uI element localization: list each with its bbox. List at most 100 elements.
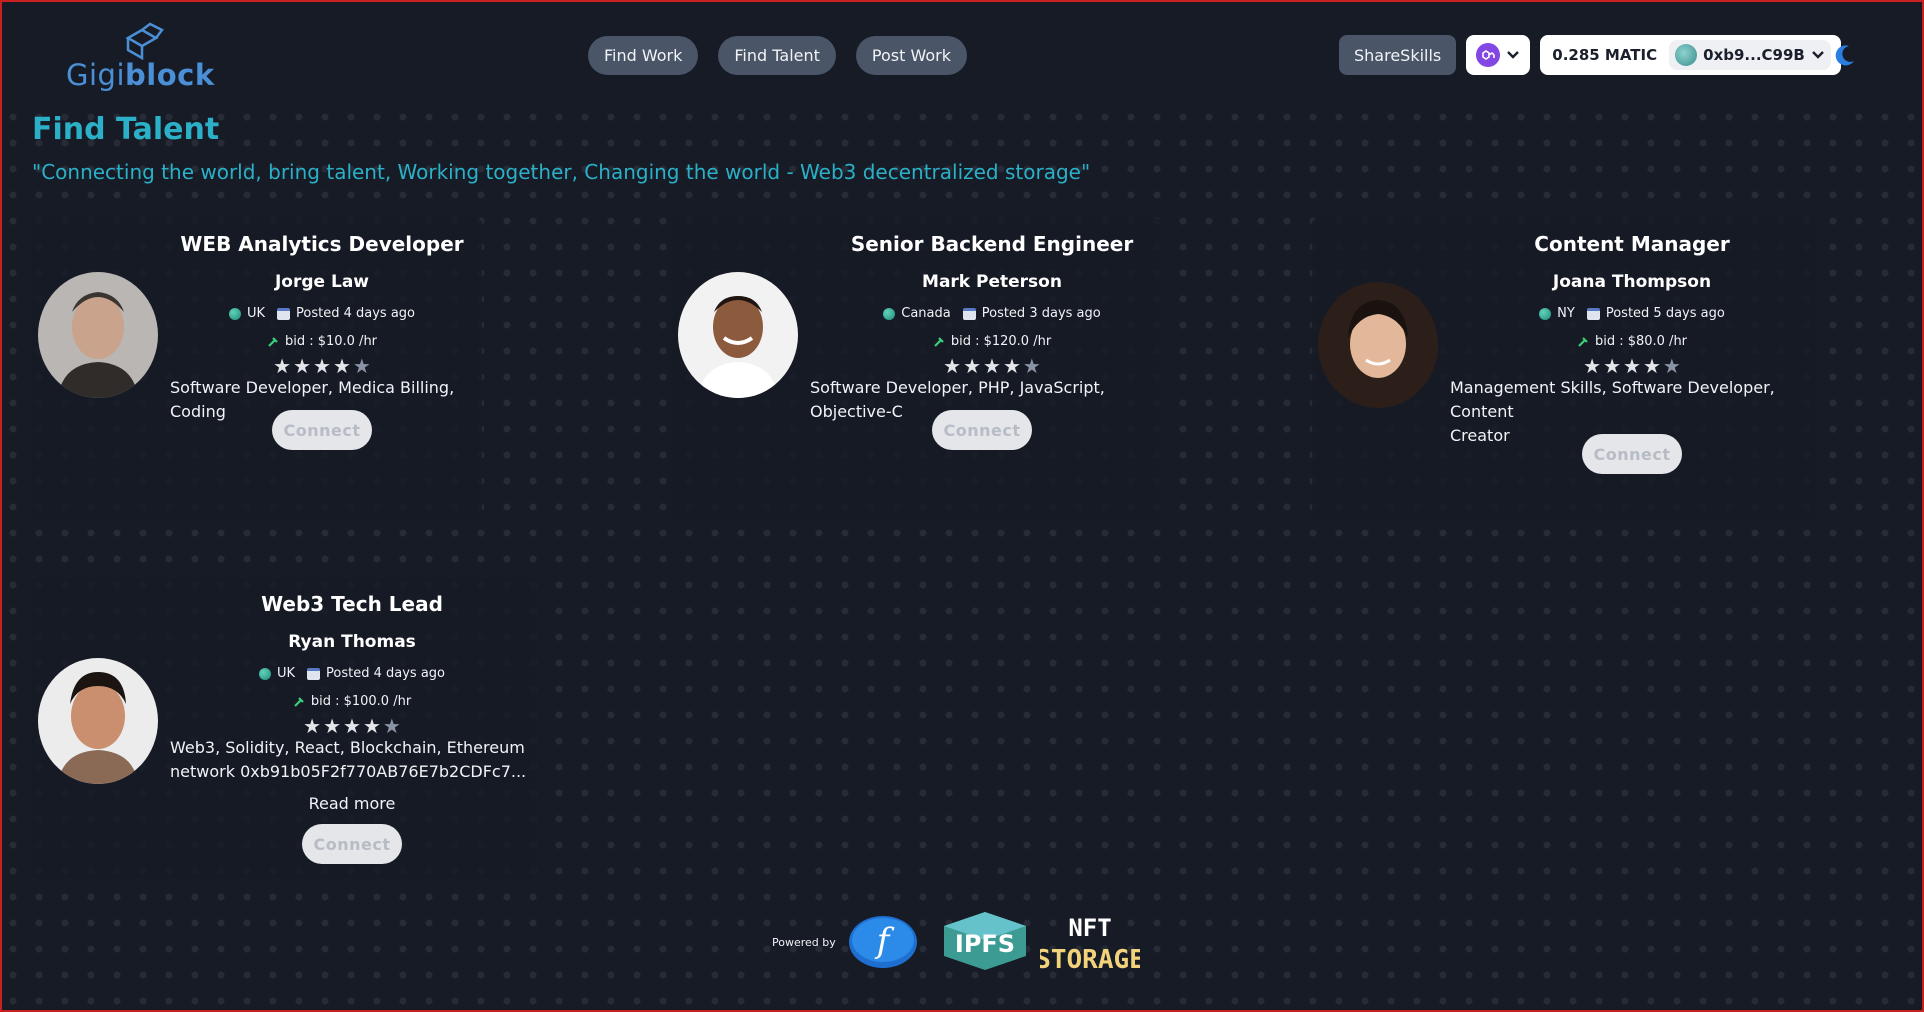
bid-text: bid : $80.0 /hr — [1594, 334, 1688, 349]
page-tagline: "Connecting the world, bring talent, Wor… — [32, 160, 1091, 184]
location-posted-row: UK Posted 4 days ago — [32, 306, 612, 321]
star-filled-icon: ★ — [313, 354, 331, 378]
read-more-link[interactable]: Read more — [32, 794, 672, 813]
star-filled-icon: ★ — [1603, 354, 1622, 378]
chevron-down-icon — [1507, 51, 1520, 59]
rating-stars: ★ ★ ★ ★ ★ — [672, 354, 1312, 378]
bid-text: bid : $100.0 /hr — [310, 694, 412, 709]
globe-icon — [258, 667, 271, 680]
find-talent-button[interactable]: Find Talent — [718, 36, 836, 75]
shareskills-button[interactable]: ShareSkills — [1339, 35, 1457, 75]
moon-icon[interactable] — [1832, 42, 1858, 68]
posted-text: Posted 5 days ago — [1605, 306, 1725, 321]
logo-wordmark: Gigiblock — [66, 58, 215, 92]
star-empty-icon: ★ — [382, 714, 401, 738]
talent-card: Senior Backend Engineer Mark Peterson Ca… — [672, 218, 1162, 518]
talent-card: Web3 Tech Lead Ryan Thomas UK Posted 4 d… — [32, 578, 536, 878]
job-title: Senior Backend Engineer — [850, 232, 1134, 256]
talent-card: WEB Analytics Developer Jorge Law UK Pos… — [32, 218, 482, 518]
star-filled-icon: ★ — [362, 714, 381, 738]
globe-icon — [883, 307, 896, 320]
location-posted-row: NY Posted 5 days ago — [1312, 306, 1924, 321]
star-filled-icon: ★ — [273, 354, 292, 378]
cube-logo-icon — [125, 22, 164, 60]
find-work-button[interactable]: Find Work — [588, 36, 699, 75]
location-posted-row: UK Posted 4 days ago — [32, 666, 672, 681]
bid-row: bid : $80.0 /hr — [1312, 334, 1924, 349]
talent-name: Ryan Thomas — [288, 632, 416, 652]
star-filled-icon: ★ — [1642, 354, 1661, 378]
gigiblock-logo[interactable]: Gigiblock — [66, 20, 216, 92]
bid-icon — [934, 336, 944, 347]
location-text: UK — [246, 306, 266, 321]
account-toolbar: ShareSkills 0.285 MATIC 0xb9...C99B — [1339, 35, 1841, 75]
post-work-button[interactable]: Post Work — [855, 36, 967, 75]
rating-stars: ★ ★ ★ ★ ★ — [1312, 354, 1924, 378]
address-chip[interactable]: 0xb9...C99B — [1669, 40, 1831, 70]
globe-icon — [228, 307, 241, 320]
location-text: UK — [276, 666, 296, 681]
nft-storage-logo[interactable]: NFT STORAGE — [1040, 908, 1140, 978]
skills-line: Management Skills, Software Developer, C… — [1450, 378, 1775, 421]
bid-row: bid : $100.0 /hr — [32, 694, 672, 709]
skills-text: Web3, Solidity, React, Blockchain, Ether… — [170, 736, 530, 784]
filecoin-logo-icon[interactable]: f — [848, 914, 918, 970]
connect-button[interactable]: Connect — [302, 824, 402, 864]
star-empty-icon: ★ — [1022, 354, 1041, 378]
globe-icon — [1539, 307, 1552, 320]
connect-button[interactable]: Connect — [1582, 434, 1682, 474]
star-filled-icon: ★ — [983, 354, 1001, 378]
job-title: Content Manager — [1534, 232, 1730, 256]
storage-label: STORAGE — [1040, 945, 1140, 975]
star-filled-icon: ★ — [1002, 354, 1021, 378]
talent-name: Joana Thompson — [1552, 272, 1712, 292]
star-filled-icon: ★ — [943, 354, 962, 378]
powered-by-label: Powered by — [772, 936, 836, 949]
page-title: Find Talent — [32, 112, 220, 147]
calendar-icon — [1586, 307, 1600, 320]
talent-name: Mark Peterson — [922, 272, 1062, 292]
connect-button[interactable]: Connect — [272, 410, 372, 450]
location-posted-row: Canada Posted 3 days ago — [672, 306, 1312, 321]
connect-button[interactable]: Connect — [932, 410, 1032, 450]
rating-stars: ★ ★ ★ ★ ★ — [32, 354, 612, 378]
posted-text: Posted 3 days ago — [981, 306, 1101, 321]
chevron-down-icon — [1811, 51, 1824, 59]
ipfs-logo[interactable]: IPFS — [942, 910, 1028, 972]
star-filled-icon: ★ — [293, 354, 312, 378]
star-empty-icon: ★ — [352, 354, 371, 378]
job-title: Web3 Tech Lead — [261, 592, 443, 616]
star-empty-icon: ★ — [1662, 354, 1681, 378]
bid-text: bid : $10.0 /hr — [284, 334, 378, 349]
bid-icon — [1578, 336, 1588, 347]
talent-name: Jorge Law — [274, 272, 369, 292]
top-header: Gigiblock Find Work Find Talent Post Wor… — [2, 2, 1922, 106]
wallet-avatar — [1675, 44, 1698, 66]
network-selector[interactable] — [1466, 35, 1531, 75]
posted-text: Posted 4 days ago — [326, 666, 446, 681]
calendar-icon — [962, 307, 976, 320]
calendar-icon — [307, 667, 321, 680]
wallet-button[interactable]: 0.285 MATIC 0xb9...C99B — [1540, 35, 1841, 75]
star-filled-icon: ★ — [332, 354, 351, 378]
balance-text: 0.285 MATIC — [1552, 46, 1658, 64]
star-filled-icon: ★ — [1583, 354, 1602, 378]
polygon-network-icon — [1476, 43, 1501, 67]
star-filled-icon: ★ — [343, 714, 361, 738]
skills-line: Web3, Solidity, React, Blockchain, Ether… — [170, 738, 525, 757]
wallet-address: 0xb9...C99B — [1703, 46, 1805, 64]
job-title: WEB Analytics Developer — [180, 232, 464, 256]
bid-icon — [268, 336, 278, 347]
ipfs-label: IPFS — [955, 930, 1015, 958]
bid-row: bid : $10.0 /hr — [32, 334, 612, 349]
star-filled-icon: ★ — [963, 354, 982, 378]
posted-text: Posted 4 days ago — [296, 306, 416, 321]
location-text: Canada — [901, 306, 951, 321]
rating-stars: ★ ★ ★ ★ ★ — [32, 714, 672, 738]
bid-text: bid : $120.0 /hr — [950, 334, 1052, 349]
skills-line: network 0xb91b05F2f770AB76E7b2CDFc7... — [170, 762, 527, 781]
nft-label: NFT — [1068, 914, 1111, 942]
star-filled-icon: ★ — [303, 714, 322, 738]
main-nav: Find Work Find Talent Post Work — [588, 36, 967, 75]
talent-card: Content Manager Joana Thompson NY Posted… — [1312, 218, 1816, 518]
